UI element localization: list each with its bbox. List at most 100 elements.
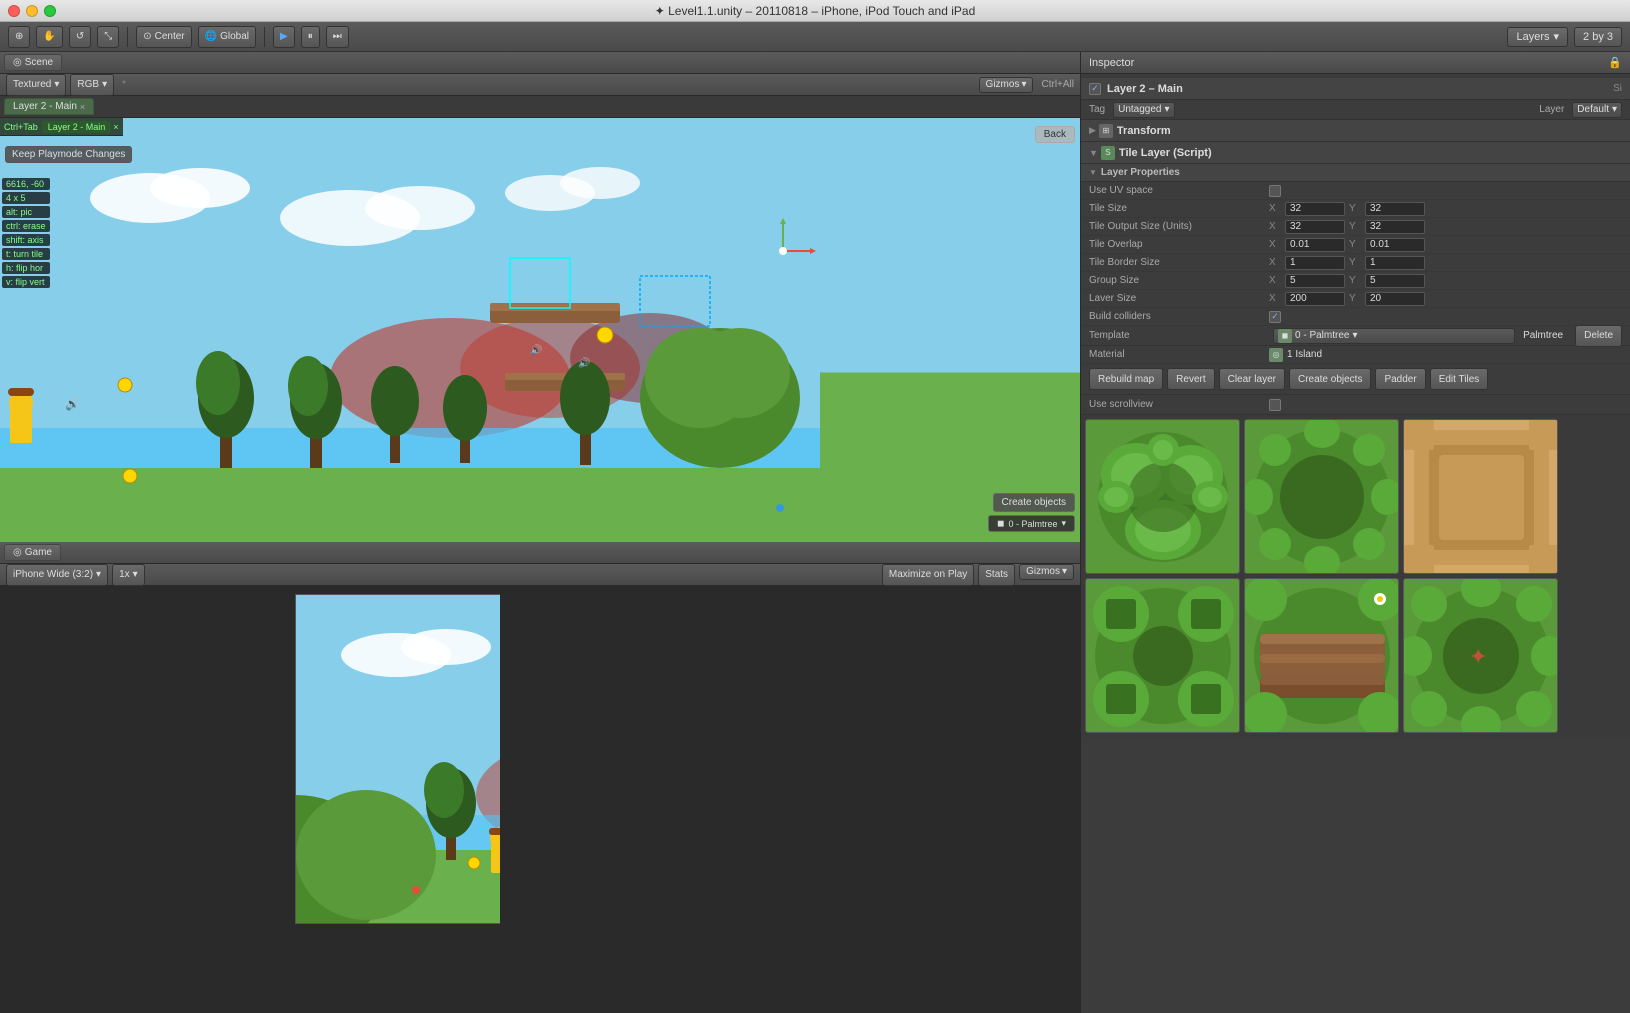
- window-controls: [8, 5, 56, 17]
- group-size-x-field[interactable]: [1285, 274, 1345, 288]
- chevron-down-icon: ▾: [96, 569, 101, 580]
- scene-icon: ◎: [13, 57, 22, 68]
- scene-separator: *: [122, 79, 126, 90]
- group-size-values: X Y: [1269, 274, 1622, 288]
- tile-border-y-field[interactable]: [1365, 256, 1425, 270]
- tile-item-4[interactable]: [1085, 578, 1240, 733]
- use-scrollview-checkbox[interactable]: [1269, 399, 1281, 411]
- game-gizmos-dropdown[interactable]: Gizmos ▾: [1019, 564, 1074, 580]
- use-scrollview-row: Use scrollview: [1081, 395, 1630, 415]
- game-resolution-dropdown[interactable]: iPhone Wide (3:2) ▾: [6, 564, 108, 586]
- build-colliders-checkbox[interactable]: [1269, 311, 1281, 323]
- tile-size-x-field[interactable]: [1285, 202, 1345, 216]
- chevron-down-icon: ▾: [1612, 104, 1617, 115]
- layers-dropdown[interactable]: Layers ▾: [1507, 27, 1568, 47]
- svg-text:🔊: 🔊: [65, 396, 80, 411]
- close-button[interactable]: [8, 5, 20, 17]
- layer-size-x-field[interactable]: [1285, 292, 1345, 306]
- tile-item-2[interactable]: [1244, 419, 1399, 574]
- game-resolution-factor[interactable]: 1x ▾: [112, 564, 145, 586]
- move-tool-button[interactable]: ⊕: [8, 26, 30, 48]
- tile-border-x-field[interactable]: [1285, 256, 1345, 270]
- chevron-down-icon: ▾: [1061, 518, 1066, 529]
- scene-content-svg: 🔊 🔊 🔊: [0, 118, 820, 518]
- center-toggle[interactable]: ⊙ Center: [136, 26, 191, 48]
- step-icon: ⏭: [333, 31, 342, 42]
- inspector-lock-icon[interactable]: 🔒: [1608, 56, 1622, 69]
- layer-size-row: Laver Size X Y: [1081, 290, 1630, 308]
- tile-layer-header[interactable]: ▼ S Tile Layer (Script): [1081, 142, 1630, 164]
- tile-output-y-field[interactable]: [1365, 220, 1425, 234]
- layer-close-x[interactable]: ×: [113, 122, 118, 132]
- tile-item-5[interactable]: [1244, 578, 1399, 733]
- pause-button[interactable]: ⏸: [301, 26, 320, 48]
- build-colliders-label: Build colliders: [1089, 311, 1269, 322]
- use-uv-row: Use UV space: [1081, 182, 1630, 200]
- rotate-tool-button[interactable]: ↺: [69, 26, 91, 48]
- layer-properties-header[interactable]: ▼ Layer Properties: [1081, 164, 1630, 182]
- tile-output-label: Tile Output Size (Units): [1089, 221, 1269, 232]
- create-objects-inspector-button[interactable]: Create objects: [1289, 368, 1371, 390]
- layer-dropdown[interactable]: Default ▾: [1572, 102, 1622, 118]
- clear-layer-button[interactable]: Clear layer: [1219, 368, 1285, 390]
- hand-tool-button[interactable]: ✋: [36, 26, 62, 48]
- tag-dropdown[interactable]: Untagged ▾: [1113, 102, 1174, 118]
- rebuild-map-button[interactable]: Rebuild map: [1089, 368, 1163, 390]
- flip-hor-tool: h: flip hor: [2, 262, 50, 274]
- back-button[interactable]: Back: [1035, 126, 1075, 143]
- shift-axis-tool: shift: axis: [2, 234, 50, 246]
- gizmos-dropdown[interactable]: Gizmos ▾: [979, 77, 1034, 93]
- stats-button[interactable]: Stats: [978, 564, 1015, 586]
- step-button[interactable]: ⏭: [326, 26, 349, 48]
- layer-size-label: Laver Size: [1089, 293, 1269, 304]
- maximize-on-play-button[interactable]: Maximize on Play: [882, 564, 974, 586]
- edit-tiles-button[interactable]: Edit Tiles: [1430, 368, 1489, 390]
- layer-tab[interactable]: Layer 2 - Main ×: [4, 98, 94, 115]
- scene-canvas[interactable]: 🔊 🔊 🔊: [0, 118, 1080, 542]
- tile-item-3[interactable]: [1403, 419, 1558, 574]
- maximize-button[interactable]: [44, 5, 56, 17]
- layout-dropdown[interactable]: 2 by 3: [1574, 27, 1622, 47]
- tile-overlap-row: Tile Overlap X Y: [1081, 236, 1630, 254]
- padder-button[interactable]: Padder: [1375, 368, 1425, 390]
- group-size-y-field[interactable]: [1365, 274, 1425, 288]
- inspector-tab-label[interactable]: Inspector: [1089, 57, 1134, 69]
- layer-tab-close[interactable]: ×: [80, 102, 85, 112]
- build-colliders-value: [1269, 311, 1622, 323]
- object-name: Layer 2 – Main: [1107, 83, 1183, 95]
- scene-rgb-dropdown[interactable]: RGB ▾: [70, 74, 114, 96]
- layer-properties-label: Layer Properties: [1101, 167, 1180, 178]
- minimize-button[interactable]: [26, 5, 38, 17]
- global-toggle[interactable]: 🌐 Global: [198, 26, 256, 48]
- tile-item-1[interactable]: [1085, 419, 1240, 574]
- game-tab[interactable]: ◎ Game: [4, 544, 61, 561]
- transform-header[interactable]: ▶ ⊞ Transform: [1081, 120, 1630, 142]
- layer-size-y-field[interactable]: [1365, 292, 1425, 306]
- tile-overlap-y-field[interactable]: [1365, 238, 1425, 252]
- tile-size-y-field[interactable]: [1365, 202, 1425, 216]
- scale-tool-button[interactable]: ⤡: [97, 26, 119, 48]
- object-active-checkbox[interactable]: [1089, 83, 1101, 95]
- revert-button[interactable]: Revert: [1167, 368, 1214, 390]
- tile-overlap-x-field[interactable]: [1285, 238, 1345, 252]
- svg-text:✦: ✦: [1469, 644, 1487, 669]
- template-dropdown[interactable]: ◼ 0 - Palmtree ▾: [1273, 328, 1515, 344]
- create-objects-button[interactable]: Create objects: [993, 493, 1075, 512]
- scene-shader-dropdown[interactable]: Textured ▾: [6, 74, 66, 96]
- transform-icon: ⊞: [1099, 124, 1113, 138]
- tile-border-row: Tile Border Size X Y: [1081, 254, 1630, 272]
- play-button[interactable]: ▶: [273, 26, 295, 48]
- scene-tab[interactable]: ◎ Scene: [4, 54, 62, 71]
- template-delete-button[interactable]: Delete: [1575, 325, 1622, 347]
- tools-sidebar: 6616, -60 4 x 5 alt: pic ctrl: erase shi…: [2, 178, 50, 288]
- tile-item-6[interactable]: ✦: [1403, 578, 1558, 733]
- use-uv-label: Use UV space: [1089, 185, 1269, 196]
- tile-output-x-field[interactable]: [1285, 220, 1345, 234]
- palmtree-selector[interactable]: ◼ 0 - Palmtree ▾: [988, 515, 1075, 532]
- ctrl-erase-tool: ctrl: erase: [2, 220, 50, 232]
- object-lock[interactable]: Si: [1613, 83, 1622, 94]
- layer-label: Layer: [1539, 104, 1564, 115]
- keep-playmode-button[interactable]: Keep Playmode Changes: [5, 146, 132, 163]
- layer-tab-bar: Layer 2 - Main ×: [0, 96, 1080, 118]
- use-uv-checkbox[interactable]: [1269, 185, 1281, 197]
